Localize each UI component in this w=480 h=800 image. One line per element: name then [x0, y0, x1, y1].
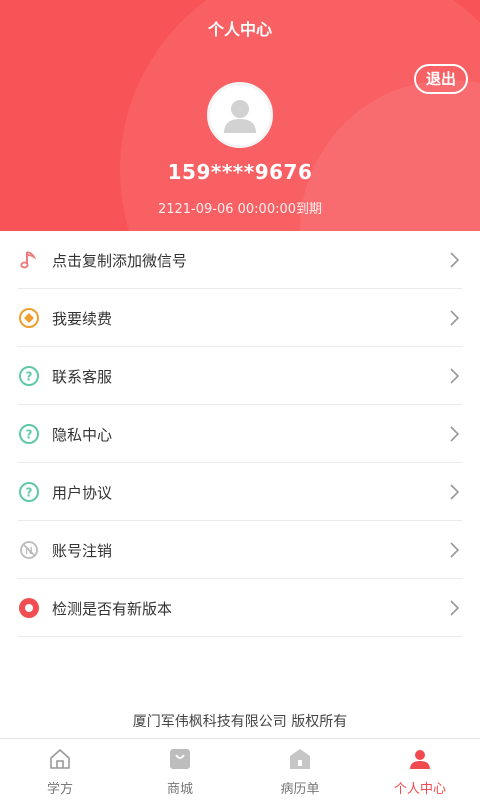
- music-note-icon: [20, 251, 37, 269]
- home-icon: [50, 749, 70, 769]
- tab-label: 商城: [166, 782, 193, 797]
- tab-xuefang[interactable]: 学方: [0, 739, 120, 800]
- user-placeholder-icon: [224, 100, 256, 133]
- chevron-right-icon: [450, 368, 460, 384]
- chevron-right-icon: [450, 542, 460, 558]
- logout-button[interactable]: 退出: [414, 64, 468, 94]
- question-circle-icon: ?: [19, 366, 39, 386]
- avatar[interactable]: [207, 82, 273, 148]
- svg-text:?: ?: [26, 370, 33, 384]
- record-book-icon: [290, 749, 310, 769]
- tab-label: 病历单: [280, 782, 320, 797]
- question-circle-icon: ?: [19, 424, 39, 444]
- svg-text:?: ?: [26, 486, 33, 500]
- menu-item-privacy[interactable]: ? 隐私中心: [0, 405, 480, 463]
- user-phone: 159****9676: [167, 160, 313, 184]
- chevron-right-icon: [450, 426, 460, 442]
- chevron-right-icon: [450, 252, 460, 268]
- settings-menu: 点击复制添加微信号 我要续费 ? 联系客服 ? 隐私中心 ? 用户协议 N 账号…: [0, 231, 480, 637]
- chevron-right-icon: [450, 484, 460, 500]
- menu-item-label: 检测是否有新版本: [52, 600, 173, 618]
- profile-header: 个人中心 退出 159****9676 2121-09-06 00:00:00到…: [0, 0, 480, 231]
- tab-shop[interactable]: 商城: [120, 739, 240, 800]
- user-icon: [410, 750, 430, 769]
- chevron-right-icon: [450, 600, 460, 616]
- chevron-right-icon: [450, 310, 460, 326]
- menu-item-user-agreement[interactable]: ? 用户协议: [0, 463, 480, 521]
- menu-item-label: 账号注销: [52, 542, 113, 560]
- menu-item-contact-service[interactable]: ? 联系客服: [0, 347, 480, 405]
- tab-label: 个人中心: [393, 782, 446, 797]
- svg-text:?: ?: [26, 428, 33, 442]
- menu-item-delete-account[interactable]: N 账号注销: [0, 521, 480, 579]
- menu-item-label: 用户协议: [52, 484, 113, 502]
- menu-item-copy-wechat[interactable]: 点击复制添加微信号: [0, 231, 480, 289]
- tab-profile[interactable]: 个人中心: [360, 739, 480, 800]
- page-title: 个人中心: [207, 20, 272, 39]
- tab-label: 学方: [46, 782, 73, 797]
- record-circle-icon: [19, 598, 39, 618]
- divider: [18, 636, 462, 637]
- block-circle-icon: N: [20, 541, 38, 559]
- menu-item-label: 隐私中心: [52, 426, 113, 444]
- menu-item-label: 点击复制添加微信号: [52, 252, 188, 270]
- bottom-tab-bar: 学方 商城 病历单 个人中心: [0, 738, 480, 800]
- menu-item-check-update[interactable]: 检测是否有新版本: [0, 579, 480, 637]
- expiry-date: 2121-09-06 00:00:00到期: [157, 202, 323, 217]
- shop-bag-icon: [170, 749, 190, 769]
- menu-item-label: 联系客服: [52, 368, 113, 386]
- menu-item-renew[interactable]: 我要续费: [0, 289, 480, 347]
- copyright-text: 厦门军伟枫科技有限公司 版权所有: [132, 714, 348, 730]
- coin-icon: [19, 308, 39, 328]
- menu-item-label: 我要续费: [52, 310, 113, 328]
- tab-medical-record[interactable]: 病历单: [240, 739, 360, 800]
- question-circle-icon: ?: [19, 482, 39, 502]
